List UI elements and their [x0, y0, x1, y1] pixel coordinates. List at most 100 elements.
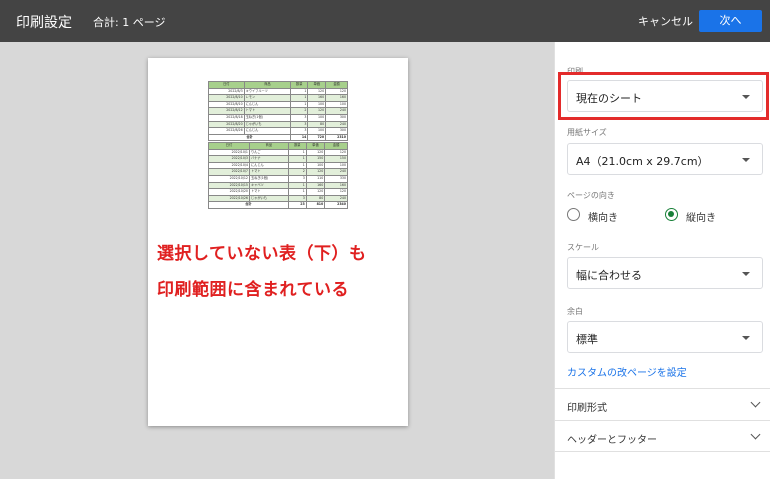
table-cell: 3 [290, 120, 309, 129]
cancel-button[interactable]: キャンセル [638, 13, 693, 29]
table-cell: 120 [324, 148, 348, 157]
table-header-cell: 単価 [305, 142, 326, 150]
table-header-cell: 金額 [325, 81, 348, 89]
preview-table-1: 日付 商品 数量 単価 金額 2022/8/3 キウイフルーツ 1 120 120 2022/8/… [207, 81, 348, 142]
table-cell: トマト [248, 188, 289, 196]
table-cell: 160 [325, 94, 348, 102]
dropdown-arrow-icon [742, 272, 750, 276]
table-cell: キウイフルーツ [243, 87, 292, 96]
preview-page: 日付 商品 数量 単価 金額 2022/8/3 キウイフルーツ 1 120 120 2022/8/… [148, 58, 408, 426]
table-cell: 2022/8/26 [208, 127, 245, 135]
table-cell: 240 [324, 194, 348, 203]
table-cell: 2022/10/7 [208, 168, 250, 176]
margin-select[interactable]: 標準 [567, 321, 763, 353]
scale-value: 幅に合わせる [576, 269, 642, 282]
table-cell: 2022/8/10 [208, 100, 245, 109]
table-cell: 23 [287, 201, 307, 209]
table-cell: 100 [305, 161, 326, 170]
table-cell: 300 [325, 113, 348, 122]
page-count: 合計: 1 ページ [93, 16, 166, 29]
table-row: 2022/10/3 バナナ 1 150 150 [208, 155, 348, 163]
table-cell: 2022/8/10 [208, 94, 245, 102]
top-bar: 印刷設定 合計: 1 ページ キャンセル 次へ [0, 0, 770, 42]
scale-select[interactable]: 幅に合わせる [567, 257, 763, 289]
portrait-radio[interactable] [665, 208, 678, 221]
landscape-radio[interactable] [567, 208, 580, 221]
page-title: 印刷設定 [16, 15, 72, 31]
table-cell: じゃがいも [248, 194, 289, 203]
table-cell: にんじん [243, 100, 292, 109]
table-cell: 720 [307, 133, 327, 142]
table-row: 2022/8/20 じゃがいも 3 80 240 [208, 120, 348, 129]
table-cell: 2022/10/4 [208, 161, 250, 170]
table-cell: 1 [287, 188, 307, 196]
table-cell: 100 [307, 113, 327, 122]
header-footer-title: ヘッダーとフッター [567, 435, 657, 446]
table-cell: 100 [324, 161, 348, 170]
table-total-row: 合計 14 720 2310 [207, 133, 348, 142]
table-row: 2022/8/10 にんじん 1 100 100 [208, 100, 348, 109]
next-button[interactable]: 次へ [699, 10, 762, 32]
table-cell: 合計 [207, 133, 292, 142]
annotation-text: 選択していない表（下）も [157, 244, 367, 264]
table-cell: 160 [305, 181, 326, 190]
table-cell: りんご [248, 148, 289, 157]
header-footer-section[interactable]: ヘッダーとフッター [555, 420, 770, 452]
table-cell: 合計 [208, 201, 289, 209]
scale-label: スケール [567, 243, 599, 252]
table-cell: じゃがいも [243, 120, 292, 129]
paper-size-select[interactable]: A4（21.0cm x 29.7cm） [567, 143, 763, 175]
print-format-section[interactable]: 印刷形式 [555, 388, 770, 420]
table-cell: 2022/10/3 [208, 155, 250, 163]
table-cell: 2340 [324, 201, 348, 209]
table-cell: バナナ [248, 155, 289, 163]
table-cell: 玉ねぎ(1個) [243, 113, 292, 122]
table-cell: トマト [248, 168, 289, 176]
table-cell: 100 [325, 100, 348, 109]
table-cell: 3 [290, 127, 309, 135]
table-cell: 2022/8/3 [208, 87, 245, 96]
table-cell: 2022/8/12 [208, 107, 245, 115]
table-row: 2022/8/10 レモン 1 160 160 [208, 94, 348, 102]
table-cell: 150 [324, 155, 348, 163]
table-cell: 2 [287, 168, 307, 176]
table-cell: にんじん [248, 161, 289, 170]
table-cell: 2 [290, 107, 309, 115]
table-cell: 120 [305, 168, 326, 176]
custom-page-break-link[interactable]: カスタムの改ページを設定 [567, 364, 687, 379]
table-header-cell: 商品 [243, 81, 292, 89]
table-total-row: 合計 23 810 2340 [208, 201, 348, 209]
table-cell: 120 [305, 148, 326, 157]
table-cell: 120 [307, 87, 327, 96]
table-cell: 100 [307, 100, 327, 109]
table-cell: 3 [287, 174, 307, 183]
landscape-label: 横向き [588, 213, 618, 224]
table-cell: 2022/8/18 [208, 113, 245, 122]
table-row: 2022/10/26 じゃがいも 3 80 240 [208, 194, 348, 203]
table-cell: 玉ねぎ(1個) [248, 174, 289, 183]
highlight-box [558, 72, 769, 120]
table-row: 2022/8/26 にんじん 3 100 300 [208, 127, 348, 135]
table-cell: 3 [287, 194, 307, 203]
paper-size-label: 用紙サイズ [567, 128, 607, 137]
table-cell: 810 [305, 201, 326, 209]
table-row: 2022/8/3 キウイフルーツ 1 120 120 [208, 87, 348, 96]
table-cell: 1 [287, 181, 307, 190]
table-cell: 150 [305, 155, 326, 163]
table-cell: 240 [325, 120, 348, 129]
print-format-title: 印刷形式 [567, 403, 607, 414]
settings-panel: 印刷 現在のシート 用紙サイズ A4（21.0cm x 29.7cm） ページの… [554, 42, 770, 479]
table-row: 2022/10/4 にんじん 1 100 100 [208, 161, 348, 170]
table-cell: 2310 [325, 133, 348, 142]
print-preview-area: 日付 商品 数量 単価 金額 2022/8/3 キウイフルーツ 1 120 120 2022/8/… [0, 42, 554, 479]
table-cell: 240 [325, 107, 348, 115]
table-header-cell: 数量 [287, 142, 307, 150]
table-cell: レモン [243, 94, 292, 102]
chevron-down-icon [750, 429, 761, 440]
table-header-cell: 日付 [208, 142, 250, 150]
table-header-cell: 金額 [324, 142, 348, 150]
chevron-down-icon [750, 397, 761, 408]
table-cell: 1 [290, 100, 309, 109]
table-header-cell: 日付 [208, 81, 245, 89]
table-cell: 240 [324, 168, 348, 176]
